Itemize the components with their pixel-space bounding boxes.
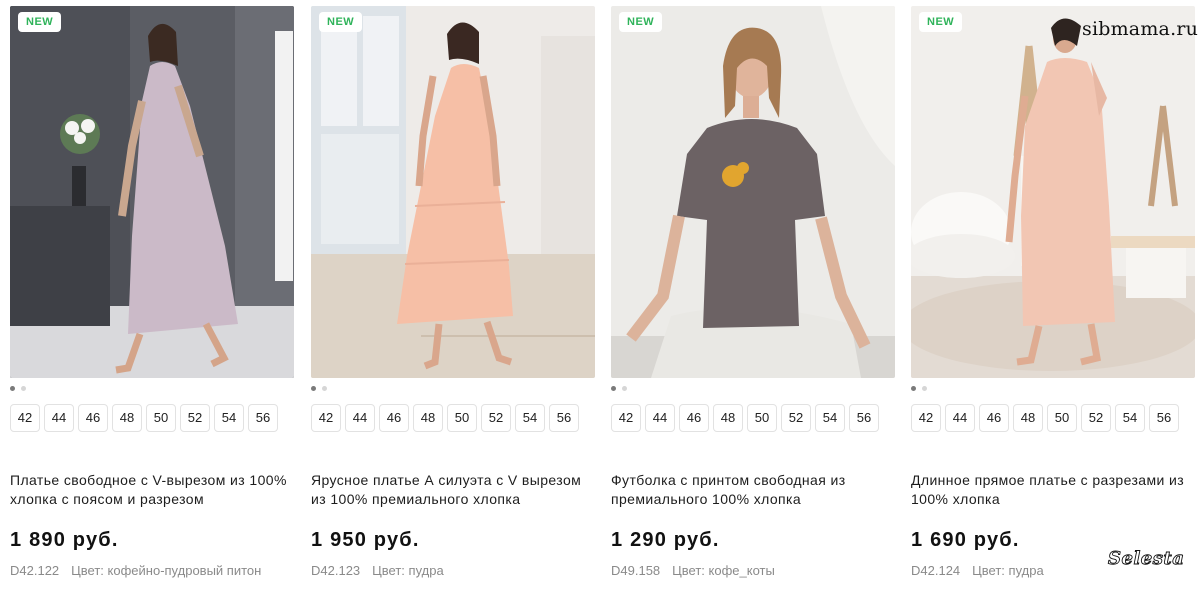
size-option[interactable]: 56 (849, 404, 879, 432)
size-option[interactable]: 42 (611, 404, 641, 432)
size-option[interactable]: 54 (515, 404, 545, 432)
product-photo[interactable]: NEW (10, 6, 294, 378)
product-color: пудра (1008, 563, 1044, 578)
product-meta: D49.158 Цвет: кофе_коты (611, 563, 775, 578)
color-label: Цвет: (972, 563, 1005, 578)
product-card[interactable]: NEW 42 44 46 48 50 52 54 56 Ярусное плат… (311, 6, 595, 592)
size-option[interactable]: 46 (679, 404, 709, 432)
size-option[interactable]: 46 (78, 404, 108, 432)
product-photo[interactable]: NEW (911, 6, 1195, 378)
size-option[interactable]: 50 (146, 404, 176, 432)
size-option[interactable]: 48 (112, 404, 142, 432)
product-price: 1 890 руб. (10, 529, 119, 551)
size-option[interactable]: 46 (979, 404, 1009, 432)
size-option[interactable]: 44 (945, 404, 975, 432)
product-sku: D42.124 (911, 563, 961, 578)
product-title[interactable]: Футболка с принтом свободная из премиаль… (611, 471, 895, 509)
color-label: Цвет: (71, 563, 104, 578)
carousel-dot[interactable] (622, 386, 627, 391)
size-selector: 42 44 46 48 50 52 54 56 (10, 404, 278, 432)
carousel-dot[interactable] (922, 386, 927, 391)
product-card[interactable]: NEW 42 44 46 48 50 52 54 56 Длинное прям… (911, 6, 1195, 592)
product-color: кофе_коты (708, 563, 775, 578)
carousel-dot[interactable] (322, 386, 327, 391)
product-card[interactable]: NEW 42 44 46 48 50 52 54 56 Футболка с п… (611, 6, 895, 592)
carousel-dots[interactable] (311, 386, 327, 392)
size-option[interactable]: 44 (345, 404, 375, 432)
size-option[interactable]: 56 (248, 404, 278, 432)
size-option[interactable]: 48 (413, 404, 443, 432)
carousel-dot[interactable] (21, 386, 26, 391)
new-badge: NEW (919, 12, 963, 32)
product-price: 1 290 руб. (611, 529, 720, 551)
woman-in-peach-tiered-dress-image (311, 6, 595, 378)
new-badge: NEW (18, 12, 62, 32)
product-title[interactable]: Платье свободное с V-вырезом из 100% хло… (10, 471, 294, 509)
product-color: кофейно-пудровый питон (107, 563, 262, 578)
product-price: 1 950 руб. (311, 529, 420, 551)
product-title[interactable]: Ярусное платье А силуэта с V вырезом из … (311, 471, 595, 509)
carousel-dot-active[interactable] (311, 386, 316, 391)
size-option[interactable]: 48 (1013, 404, 1043, 432)
product-meta: D42.122 Цвет: кофейно-пудровый питон (10, 563, 261, 578)
size-option[interactable]: 50 (1047, 404, 1077, 432)
product-color: пудра (408, 563, 444, 578)
color-label: Цвет: (372, 563, 405, 578)
size-option[interactable]: 42 (911, 404, 941, 432)
watermark-site: sibmama.ru (1082, 18, 1199, 40)
woman-in-grey-cat-print-tshirt-image (611, 6, 895, 378)
size-option[interactable]: 52 (1081, 404, 1111, 432)
size-option[interactable]: 46 (379, 404, 409, 432)
product-meta: D42.124 Цвет: пудра (911, 563, 1044, 578)
product-sku: D42.122 (10, 563, 60, 578)
size-option[interactable]: 44 (44, 404, 74, 432)
size-option[interactable]: 50 (447, 404, 477, 432)
carousel-dot-active[interactable] (611, 386, 616, 391)
size-option[interactable]: 42 (311, 404, 341, 432)
woman-in-long-pink-dress-image (911, 6, 1195, 378)
new-badge: NEW (319, 12, 363, 32)
product-photo[interactable]: NEW (311, 6, 595, 378)
carousel-dot-active[interactable] (10, 386, 15, 391)
size-option[interactable]: 54 (815, 404, 845, 432)
product-price: 1 690 руб. (911, 529, 1020, 551)
size-selector: 42 44 46 48 50 52 54 56 (311, 404, 579, 432)
size-option[interactable]: 54 (214, 404, 244, 432)
size-option[interactable]: 52 (481, 404, 511, 432)
size-option[interactable]: 54 (1115, 404, 1145, 432)
size-selector: 42 44 46 48 50 52 54 56 (611, 404, 879, 432)
size-option[interactable]: 52 (180, 404, 210, 432)
product-grid: NEW 42 44 46 48 50 52 54 56 Платье свобо… (0, 0, 1200, 592)
product-meta: D42.123 Цвет: пудра (311, 563, 444, 578)
product-sku: D42.123 (311, 563, 361, 578)
carousel-dots[interactable] (611, 386, 627, 392)
size-option[interactable]: 48 (713, 404, 743, 432)
size-option[interactable]: 50 (747, 404, 777, 432)
woman-in-python-print-dress-image (10, 6, 294, 378)
size-option[interactable]: 56 (1149, 404, 1179, 432)
size-selector: 42 44 46 48 50 52 54 56 (911, 404, 1179, 432)
carousel-dots[interactable] (10, 386, 26, 392)
product-card[interactable]: NEW 42 44 46 48 50 52 54 56 Платье свобо… (10, 6, 294, 592)
carousel-dot-active[interactable] (911, 386, 916, 391)
carousel-dots[interactable] (911, 386, 927, 392)
product-title[interactable]: Длинное прямое платье с разрезами из 100… (911, 471, 1195, 509)
size-option[interactable]: 52 (781, 404, 811, 432)
color-label: Цвет: (672, 563, 705, 578)
size-option[interactable]: 56 (549, 404, 579, 432)
size-option[interactable]: 42 (10, 404, 40, 432)
product-photo[interactable]: NEW (611, 6, 895, 378)
size-option[interactable]: 44 (645, 404, 675, 432)
new-badge: NEW (619, 12, 663, 32)
watermark-logo: Selesta (1108, 548, 1185, 570)
product-sku: D49.158 (611, 563, 661, 578)
